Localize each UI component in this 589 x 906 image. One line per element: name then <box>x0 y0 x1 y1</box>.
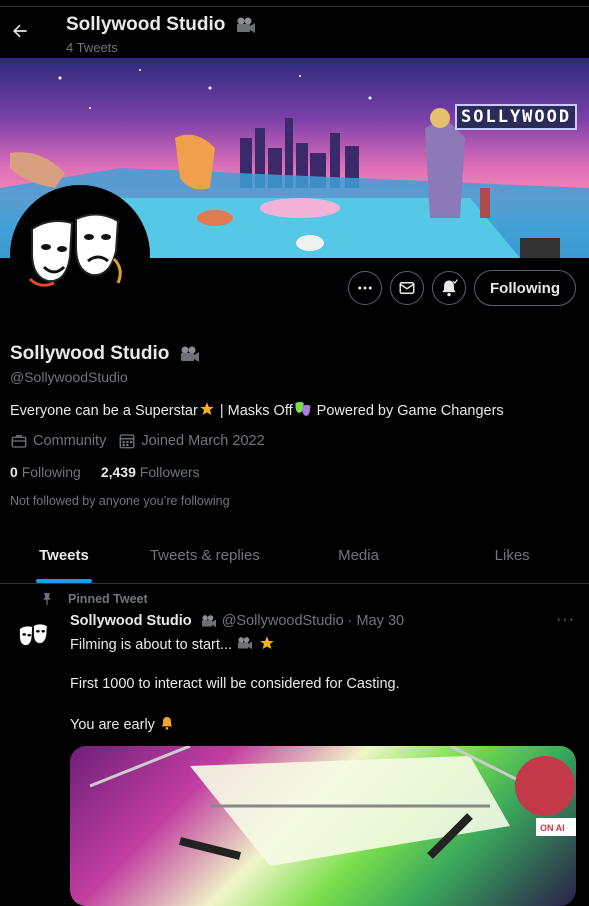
mask-icon <box>295 401 311 416</box>
profile-handle: @SollywoodStudio <box>10 369 128 385</box>
profile-joined: Joined March 2022 <box>118 432 265 450</box>
tweet-author[interactable]: Sollywood Studio <box>70 613 192 629</box>
tweet-date[interactable]: · May 30 <box>348 613 404 629</box>
tab-tweets[interactable]: Tweets <box>0 532 128 583</box>
camera-icon <box>201 615 216 628</box>
more-icon <box>358 286 372 290</box>
profile-name: Sollywood Studio <box>10 343 201 365</box>
profile-avatar[interactable] <box>10 185 150 325</box>
tab-tweets-replies[interactable]: Tweets & replies <box>128 532 282 583</box>
profile-bio: Everyone can be a Superstar | Masks Off … <box>10 400 504 419</box>
camera-icon <box>238 637 253 650</box>
back-arrow-icon[interactable] <box>10 21 30 41</box>
bell-emoji-icon <box>161 717 173 730</box>
tweet-count: 4 Tweets <box>66 40 118 55</box>
theater-masks-icon <box>28 213 122 287</box>
tab-media[interactable]: Media <box>282 532 436 583</box>
tweet-avatar[interactable] <box>14 616 56 658</box>
tweet-header: Sollywood Studio @SollywoodStudio · May … <box>70 613 404 629</box>
profile-category: Community <box>10 432 106 450</box>
tweet-handle[interactable]: @SollywoodStudio <box>222 613 344 629</box>
profile-stats: 0 Following 2,439 Followers <box>10 464 200 480</box>
bell-icon <box>442 279 458 297</box>
tweet-text-line1: Filming is about to start... <box>70 635 276 653</box>
header-title: Sollywood Studio <box>66 14 257 36</box>
tweet-media-image[interactable]: ON AI <box>70 746 576 906</box>
followers-link[interactable]: 2,439 Followers <box>101 464 200 480</box>
star-icon <box>260 636 274 649</box>
notifications-button[interactable] <box>432 271 467 305</box>
camera-icon <box>236 17 255 33</box>
tweet-text-line2: First 1000 to interact will be considere… <box>70 676 400 692</box>
following-button[interactable]: Following <box>474 270 576 306</box>
profile-actions: Following <box>348 270 576 306</box>
tab-likes[interactable]: Likes <box>435 532 589 583</box>
window-top-edge <box>0 0 589 7</box>
profile-tabs: Tweets Tweets & replies Media Likes <box>0 532 589 584</box>
star-icon <box>200 402 214 415</box>
profile-meta: Community Joined March 2022 <box>10 432 265 450</box>
following-link[interactable]: 0 Following <box>10 464 81 480</box>
more-options-button[interactable] <box>348 271 383 305</box>
svg-text:ON AI: ON AI <box>540 823 565 833</box>
pinned-label: Pinned Tweet <box>40 592 148 606</box>
briefcase-icon <box>11 435 27 448</box>
mail-icon <box>399 282 415 294</box>
calendar-icon <box>119 434 135 449</box>
pin-icon <box>42 593 52 606</box>
followed-by-note: Not followed by anyone you’re following <box>10 494 230 508</box>
tweet-more-icon[interactable]: ··· <box>556 611 575 629</box>
banner-sign: SOLLYWOOD <box>455 104 578 130</box>
media-art: ON AI <box>89 746 576 866</box>
message-button[interactable] <box>390 271 425 305</box>
profile-header: Sollywood Studio 4 Tweets <box>0 7 589 58</box>
theater-masks-icon <box>19 623 48 646</box>
tweet-text-line3: You are early <box>70 715 175 733</box>
camera-icon <box>180 346 199 362</box>
